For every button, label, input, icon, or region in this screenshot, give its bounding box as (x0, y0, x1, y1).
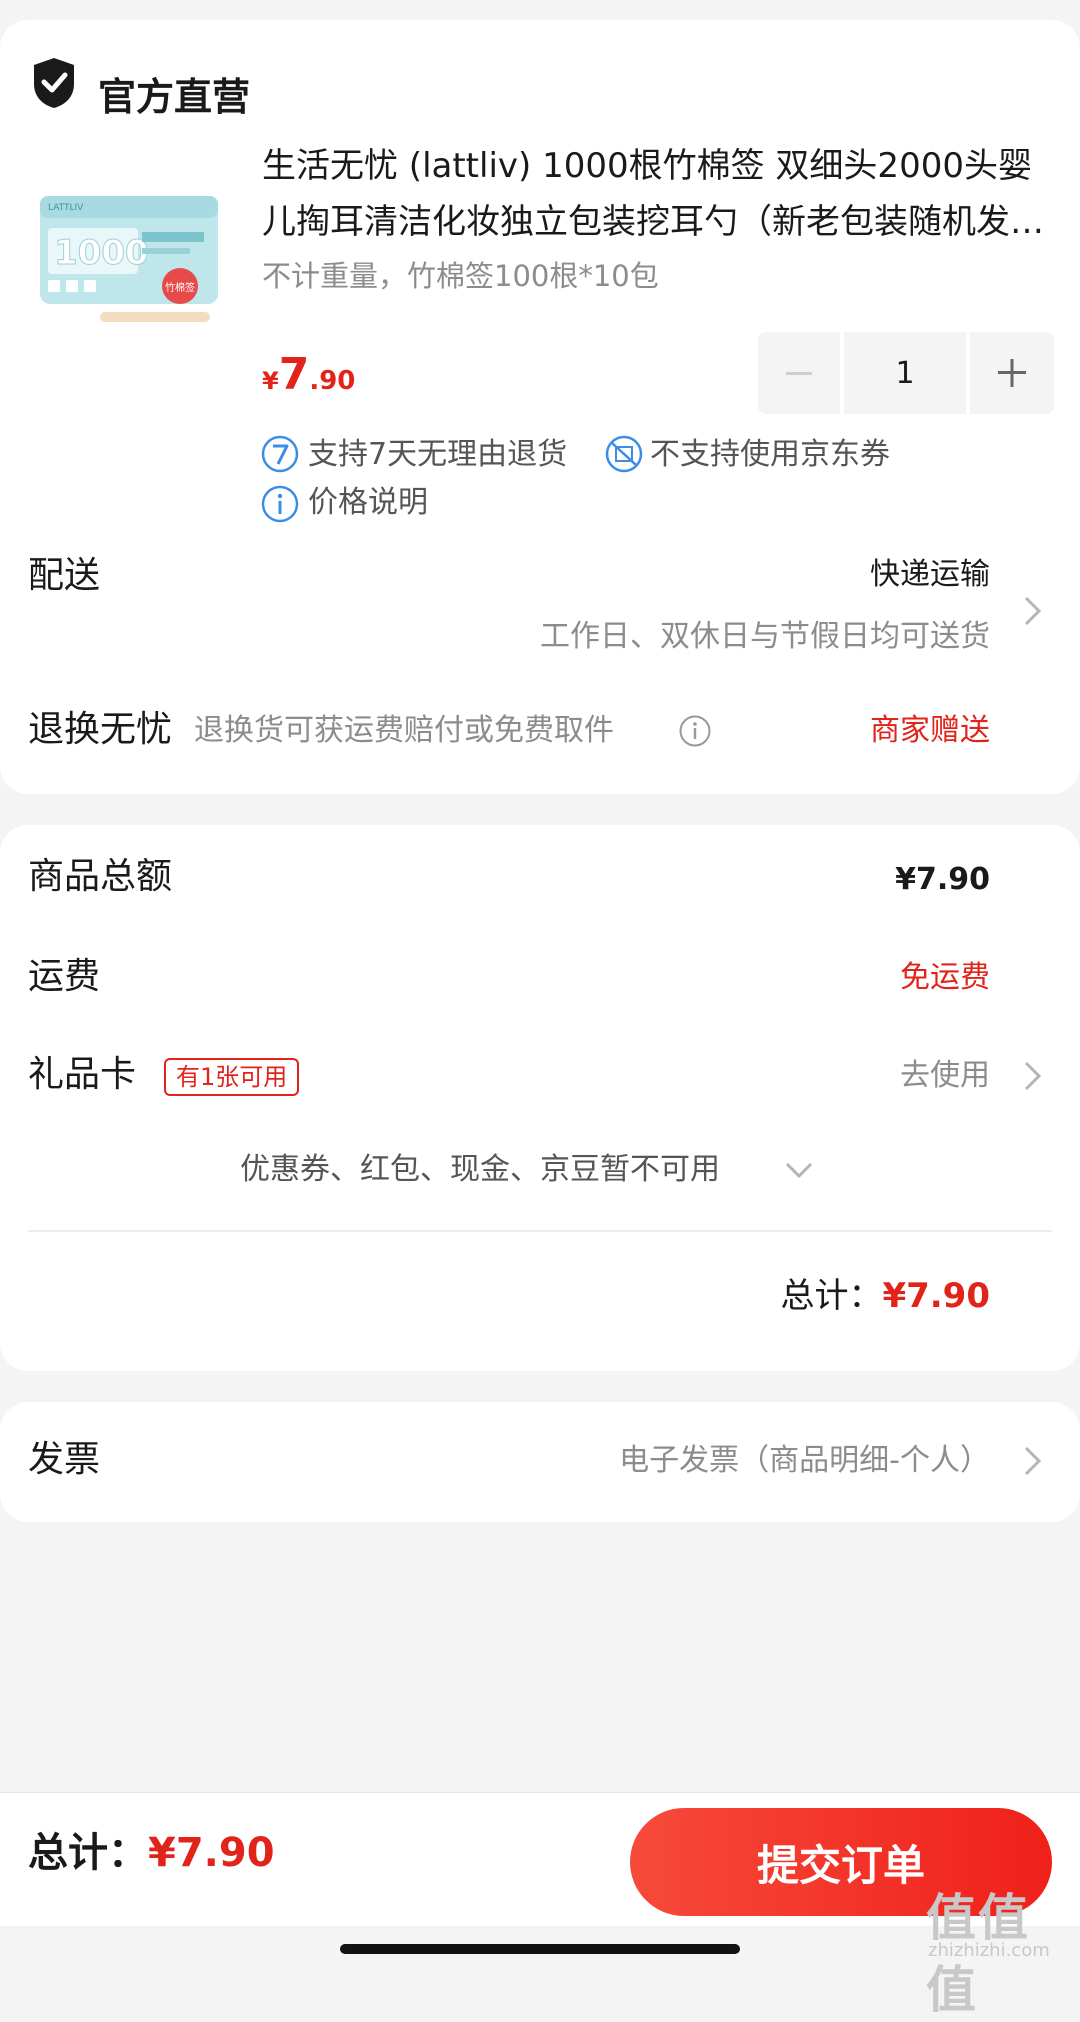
product-thumbnail[interactable]: 1000 竹棉签 LATTLIV (30, 162, 230, 358)
returns-info-icon[interactable] (678, 714, 712, 748)
summary-divider (28, 1230, 1052, 1232)
goods-total-value: ¥7.90 (895, 862, 990, 897)
store-name[interactable]: 官方直营 (98, 72, 250, 122)
summary-total: 总计：¥7.90 (780, 1273, 990, 1319)
watermark-url: zhizhizhi.com (928, 1940, 1050, 1961)
coupons-unavailable-note[interactable]: 优惠券、红包、现金、京豆暂不可用 (240, 1149, 720, 1191)
summary-total-value: ¥7.90 (882, 1276, 990, 1316)
decrease-button[interactable] (758, 332, 840, 414)
info-icon (261, 485, 299, 523)
returns-label: 退换无忧 (28, 709, 173, 750)
giftcard-label: 礼品卡 (28, 1054, 137, 1095)
thumbnail-brand-text: LATTLIV (48, 203, 84, 213)
product-card: 官方直营 1000 竹棉签 LATTLIV 生活无忧 (lattliv) 100… (0, 20, 1080, 794)
price-currency: ¥ (262, 367, 279, 395)
bottom-total-value: ¥7.90 (148, 1830, 275, 1876)
shipping-value: 免运费 (900, 960, 990, 995)
price-explanation-link[interactable]: 价格说明 (308, 482, 428, 524)
price-decimal: .90 (309, 366, 356, 396)
giftcard-available-badge: 有1张可用 (164, 1058, 300, 1096)
chevron-right-icon[interactable] (1022, 1059, 1044, 1093)
summary-total-label: 总计： (780, 1276, 883, 1316)
quantity-value[interactable]: 1 (844, 332, 966, 414)
seven-day-icon (261, 435, 299, 473)
shipping-label: 运费 (28, 956, 101, 997)
product-spec[interactable]: 不计重量，竹棉签100根*10包 (262, 256, 659, 296)
bottom-total-label: 总计： (28, 1830, 148, 1876)
delivery-method[interactable]: 快递运输 (870, 554, 990, 596)
shield-check-icon (34, 58, 74, 108)
plus-icon (998, 359, 1026, 387)
chevron-down-icon[interactable] (784, 1159, 814, 1181)
product-title[interactable]: 生活无忧 (lattliv) 1000根竹棉签 双细头2000头婴儿掏耳清洁化妆… (262, 138, 1052, 250)
increase-button[interactable] (970, 332, 1054, 414)
price-integer: 7 (278, 349, 310, 400)
coupon-disabled-icon (605, 435, 643, 473)
chevron-right-icon[interactable] (1022, 594, 1044, 628)
service-no-coupon[interactable]: 不支持使用京东券 (650, 434, 890, 476)
returns-value[interactable]: 商家赠送 (870, 710, 990, 752)
bottom-total: 总计：¥7.90 (28, 1825, 275, 1881)
minus-icon (786, 372, 812, 375)
returns-desc: 退换货可获运费赔付或免费取件 (194, 713, 614, 748)
thumbnail-count-text: 1000 (54, 233, 149, 273)
giftcard-use-action[interactable]: 去使用 (900, 1055, 990, 1097)
home-indicator[interactable] (340, 1944, 740, 1954)
service-return-7day[interactable]: 支持7天无理由退货 (308, 434, 567, 476)
invoice-label: 发票 (28, 1439, 101, 1480)
goods-total-label: 商品总额 (28, 856, 173, 897)
order-summary-card: 商品总额 ¥7.90 运费 免运费 礼品卡 有1张可用 去使用 优惠券、红包、现… (0, 825, 1080, 1371)
invoice-value[interactable]: 电子发票（商品明细-个人） (619, 1440, 990, 1482)
delivery-label: 配送 (28, 555, 101, 596)
delivery-note[interactable]: 工作日、双休日与节假日均可送货 (540, 616, 990, 658)
chevron-right-icon[interactable] (1022, 1444, 1044, 1478)
quantity-stepper: 1 (758, 332, 1054, 414)
product-price: ¥7.90 (262, 346, 355, 413)
thumbnail-tag-text: 竹棉签 (165, 281, 195, 294)
invoice-card[interactable]: 发票 电子发票（商品明细-个人） (0, 1402, 1080, 1522)
